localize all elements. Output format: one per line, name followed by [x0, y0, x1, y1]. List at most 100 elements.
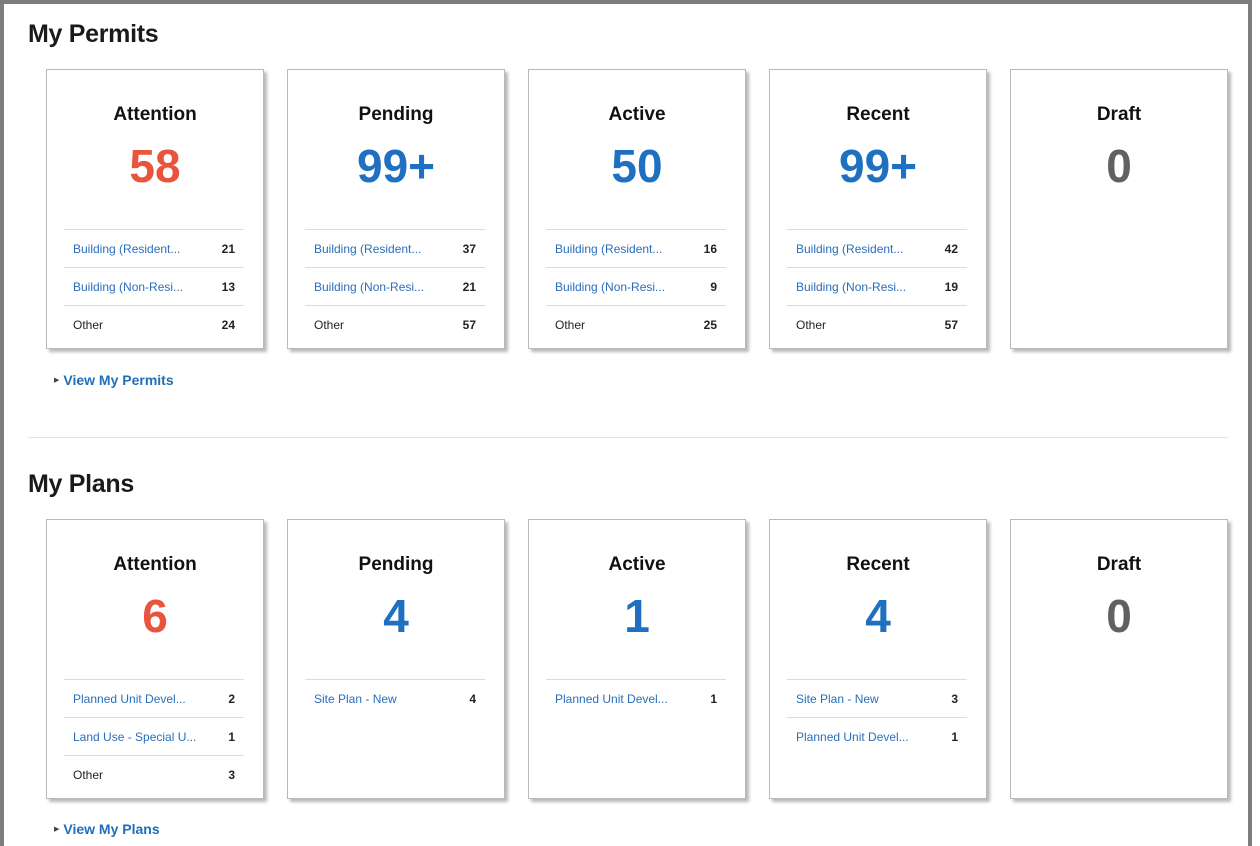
card-rows: Site Plan - New 3 Planned Unit Devel... 1 — [787, 679, 967, 755]
card-row[interactable]: Building (Resident... 16 — [546, 229, 726, 267]
row-value: 1 — [228, 729, 235, 744]
card-title: Pending — [358, 554, 434, 575]
card-title: Active — [608, 554, 666, 575]
card-rows: Building (Resident... 21 Building (Non-Re… — [64, 229, 244, 343]
row-label[interactable]: Other — [73, 768, 103, 782]
card-row[interactable]: Site Plan - New 3 — [787, 679, 967, 717]
card-row[interactable]: Building (Non-Resi... 21 — [305, 267, 485, 305]
card-row[interactable]: Other 25 — [546, 305, 726, 343]
row-value: 57 — [462, 317, 476, 332]
card-rows: Building (Resident... 37 Building (Non-Re… — [305, 229, 485, 343]
row-label[interactable]: Other — [314, 318, 344, 332]
card-row[interactable]: Planned Unit Devel... 1 — [546, 679, 726, 717]
row-value: 57 — [944, 317, 958, 332]
permits-section: My Permits Attention 58 Building (Reside… — [28, 16, 1228, 388]
permits-card-draft[interactable]: Draft 0 — [1010, 69, 1228, 349]
row-label[interactable]: Planned Unit Devel... — [73, 692, 186, 706]
card-row[interactable]: Building (Resident... 37 — [305, 229, 485, 267]
card-title: Attention — [113, 104, 197, 125]
card-title: Draft — [1096, 104, 1142, 125]
row-value: 24 — [221, 317, 235, 332]
row-value: 19 — [944, 279, 958, 294]
plans-title: My Plans — [28, 470, 134, 498]
row-label[interactable]: Building (Non-Resi... — [73, 280, 183, 294]
card-title: Recent — [846, 104, 910, 125]
row-value: 16 — [703, 241, 717, 256]
triangle-right-icon: ▶ — [54, 377, 60, 384]
permits-card-recent[interactable]: Recent 99+ Building (Resident... 42 Build… — [769, 69, 987, 349]
view-link-label: View My Plans — [63, 821, 160, 837]
permits-card-pending[interactable]: Pending 99+ Building (Resident... 37 Buil… — [287, 69, 505, 349]
card-rows: Planned Unit Devel... 1 — [546, 679, 726, 717]
card-row[interactable]: Other 3 — [64, 755, 244, 793]
view-link-label: View My Permits — [63, 372, 174, 388]
card-row[interactable]: Building (Non-Resi... 9 — [546, 267, 726, 305]
card-count: 58 — [129, 140, 181, 192]
row-label[interactable]: Building (Non-Resi... — [555, 280, 665, 294]
card-row[interactable]: Planned Unit Devel... 1 — [787, 717, 967, 755]
card-row[interactable]: Land Use - Special U... 1 — [64, 717, 244, 755]
row-label[interactable]: Building (Resident... — [73, 242, 180, 256]
card-count: 99+ — [838, 140, 918, 192]
card-row[interactable]: Building (Resident... 42 — [787, 229, 967, 267]
card-rows: Planned Unit Devel... 2 Land Use - Specia… — [64, 679, 244, 793]
row-label[interactable]: Building (Resident... — [314, 242, 421, 256]
card-title: Attention — [113, 554, 197, 575]
row-value: 4 — [469, 691, 476, 706]
row-label[interactable]: Building (Resident... — [796, 242, 903, 256]
card-title: Pending — [358, 104, 434, 125]
plans-card-active[interactable]: Active 1 Planned Unit Devel... 1 — [528, 519, 746, 799]
row-value: 13 — [221, 279, 235, 294]
card-rows: Site Plan - New 4 — [305, 679, 485, 717]
card-title: Active — [608, 104, 666, 125]
card-row[interactable]: Site Plan - New 4 — [305, 679, 485, 717]
row-value: 42 — [944, 241, 958, 256]
card-count: 4 — [383, 590, 409, 642]
row-value: 1 — [710, 691, 717, 706]
section-divider — [28, 437, 1228, 438]
plans-card-recent[interactable]: Recent 4 Site Plan - New 3 Planned Unit D… — [769, 519, 987, 799]
row-label[interactable]: Site Plan - New — [314, 692, 397, 706]
card-count: 0 — [1106, 140, 1132, 192]
row-label[interactable]: Planned Unit Devel... — [555, 692, 668, 706]
card-row[interactable]: Other 57 — [305, 305, 485, 343]
card-count: 4 — [865, 590, 891, 642]
permits-card-attention[interactable]: Attention 58 Building (Resident... 21 Bui… — [46, 69, 264, 349]
row-label[interactable]: Site Plan - New — [796, 692, 879, 706]
row-label[interactable]: Other — [73, 318, 103, 332]
row-value: 25 — [703, 317, 717, 332]
plans-card-attention[interactable]: Attention 6 Planned Unit Devel... 2 Land … — [46, 519, 264, 799]
card-count: 99+ — [356, 140, 436, 192]
row-label[interactable]: Building (Non-Resi... — [796, 280, 906, 294]
card-row[interactable]: Planned Unit Devel... 2 — [64, 679, 244, 717]
row-label[interactable]: Building (Non-Resi... — [314, 280, 424, 294]
row-label[interactable]: Planned Unit Devel... — [796, 730, 909, 744]
row-label[interactable]: Other — [796, 318, 826, 332]
row-value: 21 — [462, 279, 476, 294]
row-value: 3 — [228, 767, 235, 782]
card-count: 0 — [1106, 590, 1132, 642]
plans-section: My Plans Attention 6 Planned Unit Devel.… — [28, 466, 1228, 837]
card-title: Draft — [1096, 554, 1142, 575]
card-rows: Building (Resident... 16 Building (Non-Re… — [546, 229, 726, 343]
permits-card-active[interactable]: Active 50 Building (Resident... 16 Buildi… — [528, 69, 746, 349]
plans-card-pending[interactable]: Pending 4 Site Plan - New 4 — [287, 519, 505, 799]
view-my-permits-link[interactable]: ▶ View My Permits — [54, 372, 174, 388]
row-label[interactable]: Other — [555, 318, 585, 332]
triangle-right-icon: ▶ — [54, 826, 60, 833]
permits-title: My Permits — [28, 20, 159, 48]
plans-card-draft[interactable]: Draft 0 — [1010, 519, 1228, 799]
card-row[interactable]: Other 57 — [787, 305, 967, 343]
card-row[interactable]: Building (Non-Resi... 13 — [64, 267, 244, 305]
row-value: 21 — [221, 241, 235, 256]
card-row[interactable]: Building (Non-Resi... 19 — [787, 267, 967, 305]
row-label[interactable]: Building (Resident... — [555, 242, 662, 256]
card-title: Recent — [846, 554, 910, 575]
card-count: 50 — [611, 140, 663, 192]
row-label[interactable]: Land Use - Special U... — [73, 730, 196, 744]
card-count: 6 — [142, 590, 168, 642]
view-my-plans-link[interactable]: ▶ View My Plans — [54, 821, 160, 837]
card-rows: Building (Resident... 42 Building (Non-Re… — [787, 229, 967, 343]
card-row[interactable]: Other 24 — [64, 305, 244, 343]
card-row[interactable]: Building (Resident... 21 — [64, 229, 244, 267]
